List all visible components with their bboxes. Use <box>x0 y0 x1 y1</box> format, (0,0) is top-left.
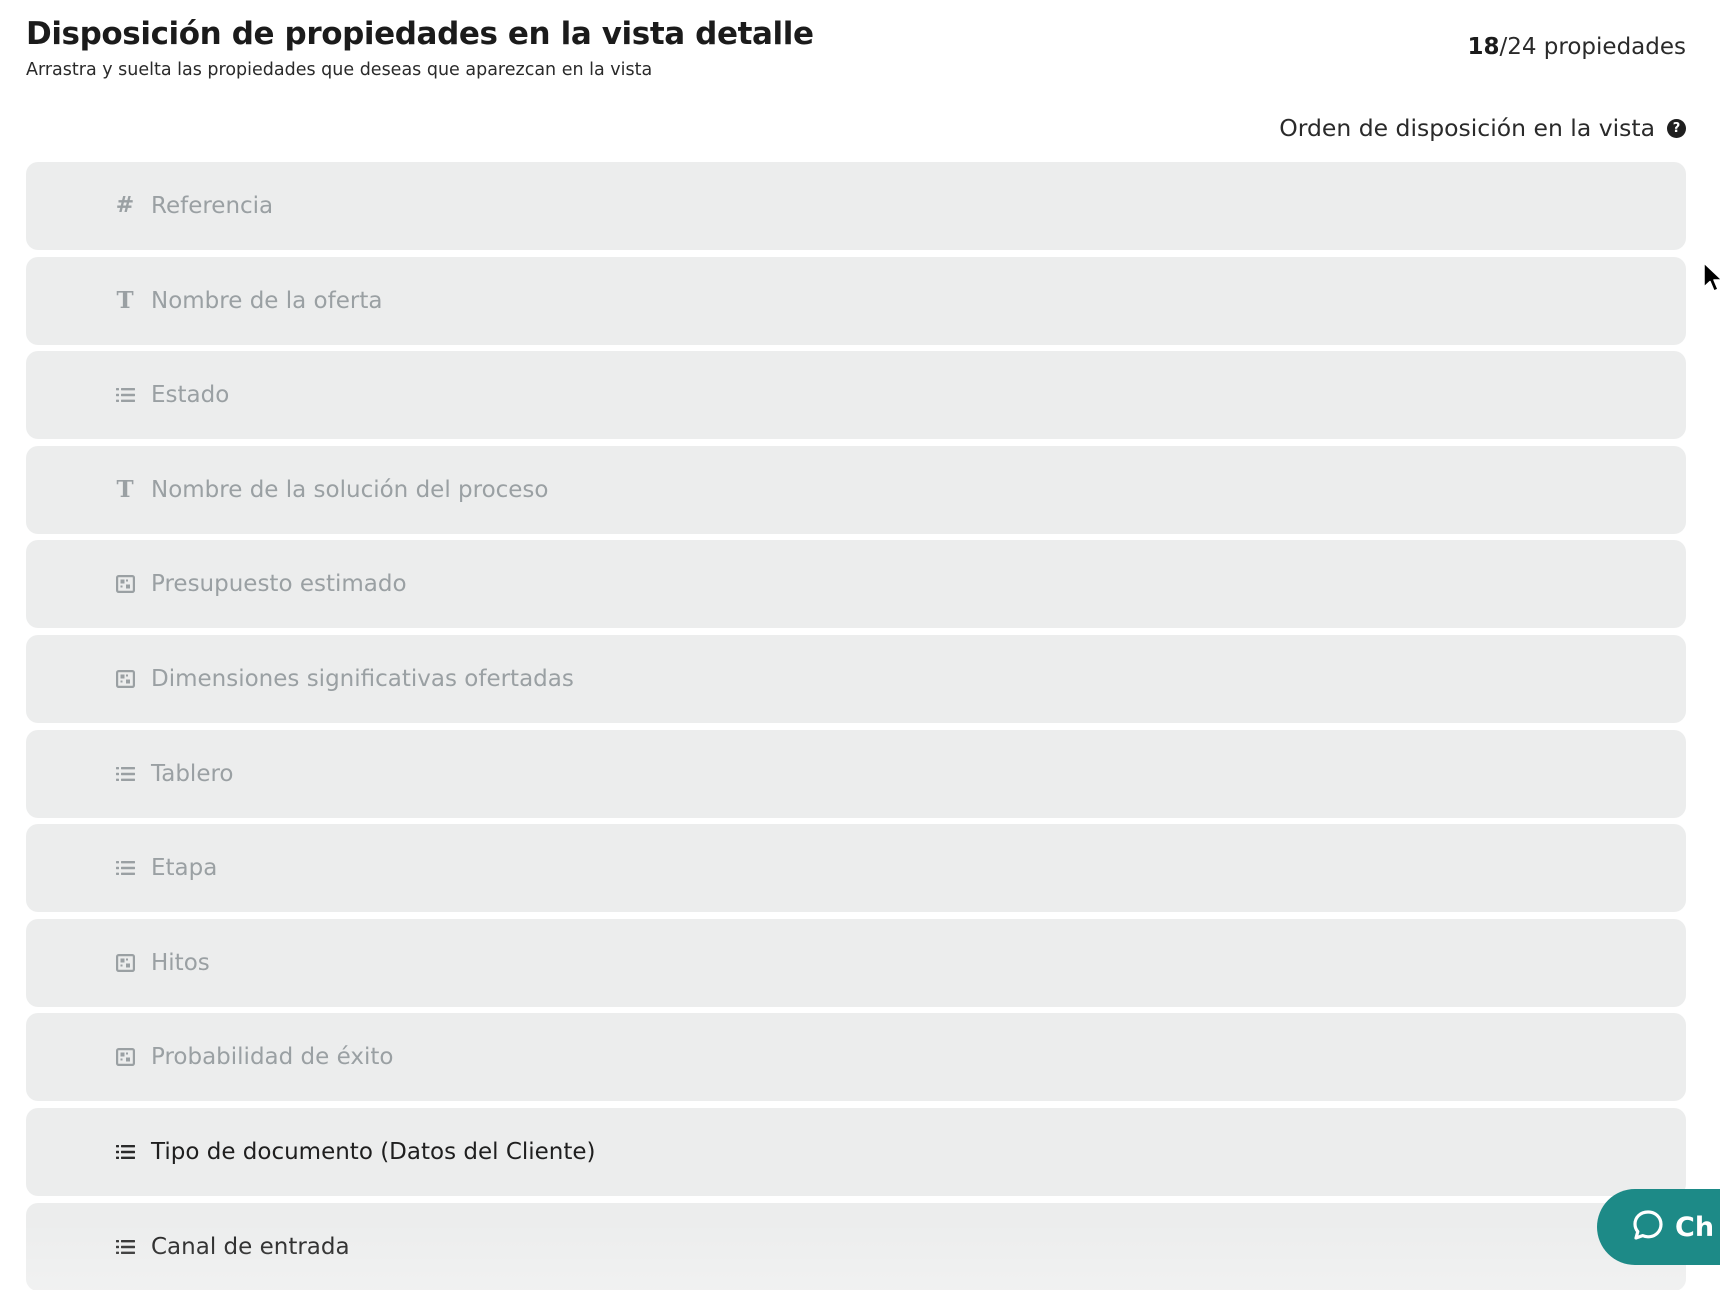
property-label: Hitos <box>151 949 210 976</box>
property-row-canal-entrada[interactable]: Canal de entrada <box>26 1202 1686 1290</box>
page-subtitle: Arrastra y suelta las propiedades que de… <box>26 60 653 80</box>
property-row-nombre-solucion[interactable]: T Nombre de la solución del proceso <box>26 445 1686 534</box>
chat-button[interactable]: Ch <box>1597 1189 1720 1265</box>
property-label: Referencia <box>151 193 274 219</box>
order-label: Orden de disposición en la vista <box>1279 114 1655 142</box>
question-circle-icon[interactable]: ? <box>1667 118 1686 138</box>
property-label: Dimensiones significativas ofertadas <box>151 665 574 692</box>
number-field-icon <box>114 1046 136 1068</box>
property-label: Etapa <box>151 855 218 882</box>
properties-counter: 18/24 propiedades <box>1467 34 1686 60</box>
property-label: Canal de entrada <box>151 1233 350 1260</box>
chat-bubble-icon <box>1631 1208 1665 1246</box>
property-label: Estado <box>151 382 230 409</box>
property-label: Nombre de la solución del proceso <box>151 476 549 503</box>
list-icon <box>114 1141 136 1163</box>
list-icon <box>114 763 136 785</box>
counter-total: /24 propiedades <box>1499 34 1686 60</box>
chat-label: Ch <box>1675 1211 1715 1243</box>
property-label: Tipo de documento (Datos del Cliente) <box>151 1138 596 1165</box>
properties-list: # Referencia T Nombre de la oferta Estad… <box>26 162 1686 1290</box>
property-row-etapa[interactable]: Etapa <box>26 824 1686 913</box>
property-row-dimensiones[interactable]: Dimensiones significativas ofertadas <box>26 634 1686 723</box>
property-row-hitos[interactable]: Hitos <box>26 918 1686 1007</box>
property-row-estado[interactable]: Estado <box>26 351 1686 440</box>
property-row-referencia[interactable]: # Referencia <box>26 162 1686 250</box>
mouse-cursor-icon <box>1703 262 1720 292</box>
property-label: Presupuesto estimado <box>151 571 407 598</box>
number-field-icon <box>114 952 136 974</box>
text-icon: T <box>116 287 134 315</box>
property-row-tipo-documento[interactable]: Tipo de documento (Datos del Cliente) <box>26 1107 1686 1196</box>
list-icon <box>114 857 136 879</box>
number-field-icon <box>114 573 136 595</box>
number-field-icon <box>114 668 136 690</box>
property-row-tablero[interactable]: Tablero <box>26 729 1686 818</box>
property-label: Tablero <box>151 760 234 787</box>
property-label: Probabilidad de éxito <box>151 1044 394 1071</box>
order-header: Orden de disposición en la vista ? <box>1279 114 1686 142</box>
property-label: Nombre de la oferta <box>151 287 383 314</box>
list-icon <box>114 1236 136 1258</box>
hash-icon: # <box>115 193 135 218</box>
counter-selected: 18 <box>1467 34 1500 60</box>
page: Disposición de propiedades en la vista d… <box>0 0 1720 1290</box>
property-row-presupuesto[interactable]: Presupuesto estimado <box>26 540 1686 629</box>
list-icon <box>114 384 136 406</box>
property-row-probabilidad[interactable]: Probabilidad de éxito <box>26 1013 1686 1102</box>
header: Disposición de propiedades en la vista d… <box>26 16 1686 86</box>
property-row-nombre-oferta[interactable]: T Nombre de la oferta <box>26 256 1686 345</box>
text-icon: T <box>116 476 134 504</box>
page-title: Disposición de propiedades en la vista d… <box>26 16 814 52</box>
